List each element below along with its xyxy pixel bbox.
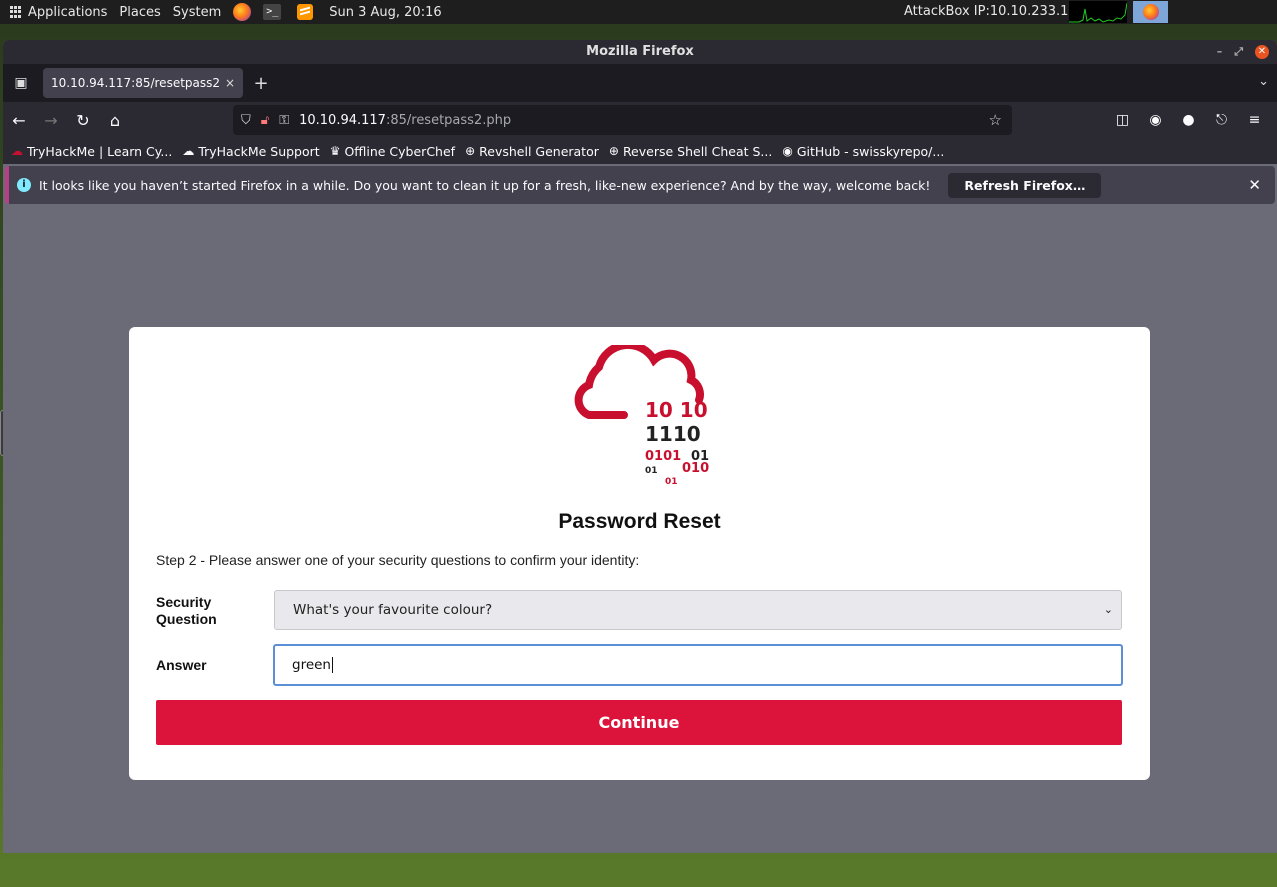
tab-active[interactable]: 10.10.94.117:85/resetpass2. × — [43, 68, 243, 98]
extensions-puzzle-icon[interactable]: ⎋ — [1205, 104, 1238, 136]
thm-icon: ☁ — [11, 144, 23, 158]
system-menu[interactable]: System — [167, 0, 227, 24]
sublime-launcher-icon[interactable] — [297, 4, 314, 20]
security-question-select[interactable]: What's your favourite colour? ⌄ — [274, 590, 1122, 630]
tab-bar: ▣ 10.10.94.117:85/resetpass2. × + ⌄ — [3, 64, 1277, 102]
tab-list-icon[interactable]: ▣ — [3, 64, 39, 102]
minimize-icon[interactable]: – — [1217, 44, 1223, 60]
bookmark-label: Revshell Generator — [479, 143, 599, 159]
logo-row2: 1110 — [645, 422, 701, 446]
bookmark-label: TryHackMe | Learn Cy... — [27, 143, 173, 159]
firefox-icon — [1142, 4, 1159, 20]
places-menu[interactable]: Places — [113, 0, 166, 24]
window-titlebar: Mozilla Firefox – ⤢ ✕ — [3, 40, 1277, 64]
security-question-label: Security Question — [156, 594, 217, 628]
close-window-icon[interactable]: ✕ — [1255, 45, 1269, 59]
url-host: 10.10.94.117 — [299, 112, 386, 128]
key-icon[interactable]: ⚿ — [279, 113, 289, 128]
attackbox-ip: AttackBox IP:10.10.233.108 — [904, 4, 1085, 19]
close-icon[interactable]: ✕ — [1248, 176, 1261, 194]
bookmark-item[interactable]: ◉ GitHub - swisskyrepo/... — [782, 144, 944, 159]
info-icon: i — [17, 178, 31, 192]
answer-label: Answer — [156, 657, 207, 673]
chevron-down-icon: ⌄ — [1103, 603, 1113, 616]
logo-row4b: 010 — [682, 461, 709, 476]
navigation-toolbar: ← → ↻ ⌂ ⛉ 🔓︎ ⚿ 10.10.94.117:85/resetpass… — [3, 102, 1277, 138]
home-icon[interactable]: ⌂ — [99, 104, 131, 136]
bookmark-label: Offline CyberChef — [344, 143, 456, 159]
extension-icon[interactable]: ● — [1172, 104, 1205, 136]
bookmark-label: GitHub - swisskyrepo/... — [796, 143, 945, 159]
refresh-firefox-button[interactable]: Refresh Firefox… — [948, 172, 1102, 198]
hamburger-menu-icon[interactable]: ≡ — [1238, 104, 1271, 136]
support-icon: ☁ — [182, 144, 195, 158]
insecure-lock-icon[interactable]: 🔓︎ — [261, 113, 269, 128]
bookmark-item[interactable]: ⊕ Reverse Shell Cheat S... — [609, 144, 772, 159]
firefox-window: Mozilla Firefox – ⤢ ✕ ▣ 10.10.94.117:85/… — [3, 40, 1277, 853]
forward-icon[interactable]: → — [35, 104, 67, 136]
apps-grid-icon — [10, 6, 22, 18]
answer-value: green — [292, 657, 331, 673]
bookmark-item[interactable]: ⊕ Revshell Generator — [465, 144, 599, 159]
chevron-down-icon[interactable]: ⌄ — [1258, 74, 1269, 89]
step-instructions: Step 2 - Please answer one of your secur… — [156, 552, 640, 568]
security-label-line2: Question — [156, 611, 217, 627]
selected-question: What's your favourite colour? — [293, 602, 493, 618]
logo-row5: 01 — [665, 477, 678, 487]
account-icon[interactable]: ◉ — [1139, 104, 1172, 136]
url-path: :85/resetpass2.php — [385, 112, 512, 128]
logo-row4a: 01 — [645, 466, 658, 476]
logo-row3a: 0101 — [645, 449, 681, 464]
back-icon[interactable]: ← — [3, 104, 35, 136]
bookmark-label: Reverse Shell Cheat S... — [622, 143, 773, 159]
page-content: 10 10 1110 0101 01 01 010 01 Password Re… — [3, 208, 1277, 853]
github-icon: ◉ — [782, 144, 793, 158]
logo-row1: 10 10 — [645, 398, 708, 422]
bookmark-label: TryHackMe Support — [198, 143, 320, 159]
continue-button[interactable]: Continue — [156, 700, 1122, 745]
toolbar-right: ◫ ◉ ● ⎋ ≡ — [1106, 104, 1271, 136]
tab-title: 10.10.94.117:85/resetpass2. — [51, 76, 221, 90]
clock[interactable]: Sun 3 Aug, 20:16 — [323, 0, 447, 24]
firefox-taskbar-button[interactable] — [1133, 1, 1168, 23]
bookmark-item[interactable]: ♛ Offline CyberChef — [330, 144, 455, 159]
window-controls: – ⤢ ✕ — [1217, 44, 1269, 60]
answer-input[interactable]: green — [273, 644, 1123, 686]
globe-icon: ⊕ — [465, 144, 476, 158]
url-bar[interactable]: ⛉ 🔓︎ ⚿ 10.10.94.117:85/resetpass2.php ☆ — [233, 105, 1012, 135]
applications-label: Applications — [28, 4, 108, 20]
shield-icon[interactable]: ⛉ — [241, 113, 251, 128]
text-caret — [332, 657, 333, 673]
notification-message: It looks like you haven’t started Firefo… — [39, 177, 931, 193]
refresh-firefox-notification: i It looks like you haven’t started Fire… — [5, 166, 1275, 204]
system-monitor-graph — [1069, 1, 1127, 23]
reload-icon[interactable]: ↻ — [67, 104, 99, 136]
bookmarks-toolbar: ☁ TryHackMe | Learn Cy... ☁ TryHackMe Su… — [3, 138, 1277, 164]
terminal-launcher-icon[interactable]: >_ — [263, 4, 282, 20]
page-title: Password Reset — [558, 510, 721, 533]
tab-close-icon[interactable]: × — [225, 76, 235, 90]
chef-icon: ♛ — [329, 144, 341, 158]
firefox-launcher-icon[interactable] — [233, 3, 252, 21]
bookmark-item[interactable]: ☁ TryHackMe | Learn Cy... — [11, 144, 172, 159]
bookmark-star-icon[interactable]: ☆ — [989, 111, 1002, 129]
password-reset-card: 10 10 1110 0101 01 01 010 01 Password Re… — [129, 327, 1150, 780]
tryhackme-cloud-logo: 10 10 1110 0101 01 01 010 01 — [574, 345, 709, 487]
applications-menu[interactable]: Applications — [0, 0, 113, 24]
window-title: Mozilla Firefox — [586, 44, 694, 59]
maximize-icon[interactable]: ⤢ — [1234, 44, 1243, 60]
pocket-icon[interactable]: ◫ — [1106, 104, 1139, 136]
new-tab-icon[interactable]: + — [243, 64, 279, 102]
bookmark-item[interactable]: ☁ TryHackMe Support — [182, 144, 319, 159]
security-label-line1: Security — [156, 594, 212, 610]
desktop-top-panel: Applications Places System >_ Sun 3 Aug,… — [0, 0, 1277, 24]
globe-icon: ⊕ — [608, 144, 619, 158]
